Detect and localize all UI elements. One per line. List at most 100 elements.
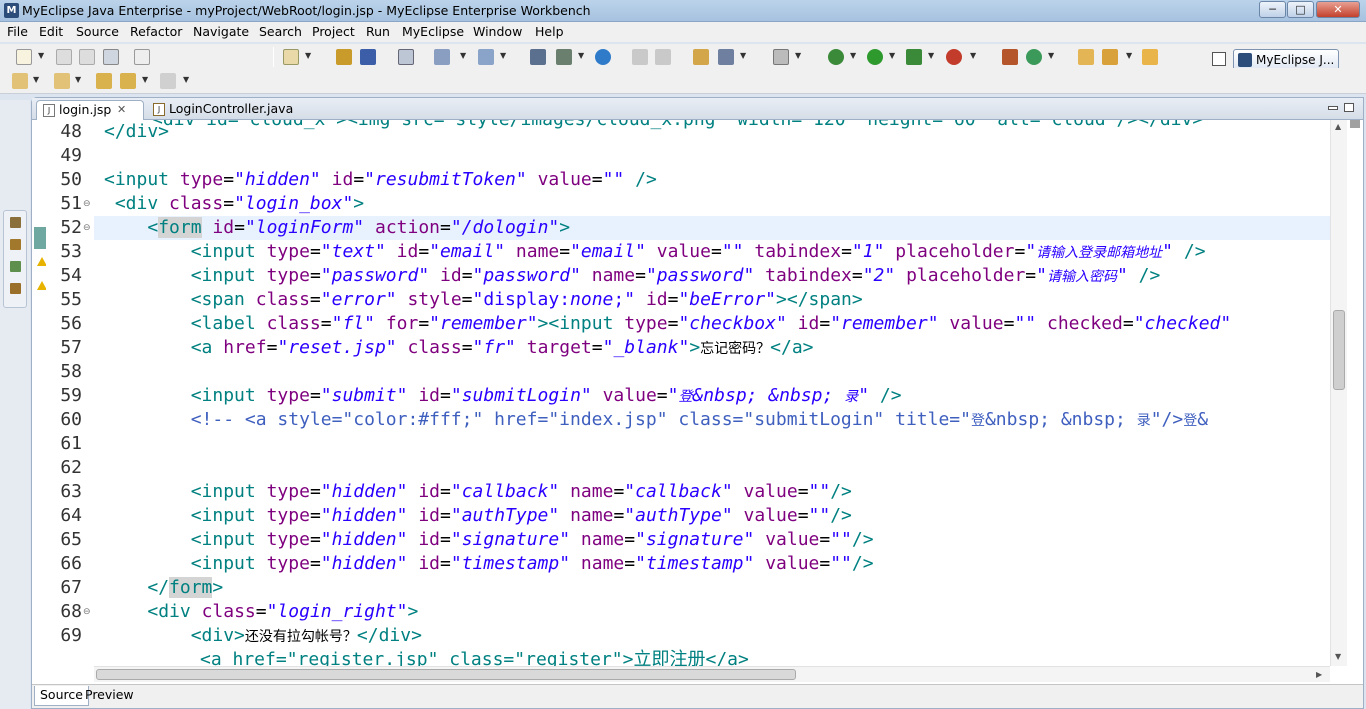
new-web-project-icon[interactable] [283,49,299,65]
code-line: <span class="error" style="display:none;… [190,289,863,310]
globe-icon[interactable] [595,49,611,65]
code-line: <input type="hidden" id="authType" name=… [190,505,852,526]
new-dropdown-icon-2[interactable]: ▼ [1048,51,1054,60]
vertical-scrollbar[interactable]: ▲ ▼ [1330,120,1347,666]
menu-help[interactable]: Help [535,24,564,39]
run-dropdown-icon[interactable]: ▼ [889,51,895,60]
menu-source[interactable]: Source [76,24,119,39]
back-dropdown-icon[interactable]: ▼ [142,75,148,84]
scroll-right-icon[interactable]: ▶ [1316,670,1322,679]
horizontal-scroll-thumb[interactable] [96,669,796,680]
menu-navigate[interactable]: Navigate [193,24,249,39]
forward-history-icon[interactable] [655,49,671,65]
horizontal-scrollbar[interactable]: ◀ ▶ [94,666,1330,682]
new-class-icon[interactable] [1002,49,1018,65]
open-folder-icon[interactable] [1078,49,1094,65]
server-dropdown-icon[interactable]: ▼ [970,51,976,60]
code-line: </form> [147,577,224,598]
open-perspective-icon[interactable] [1212,52,1226,66]
close-tab-icon[interactable]: ✕ [117,101,126,119]
navigator-icon[interactable] [10,283,21,294]
magic-icon[interactable] [478,49,494,65]
menu-refactor[interactable]: Refactor [130,24,182,39]
hierarchy-icon[interactable] [530,49,546,65]
menu-project[interactable]: Project [312,24,355,39]
back-history-icon[interactable] [632,49,648,65]
line-number: 54 [60,265,82,286]
editor-pane: J login.jsp ✕ J LoginController.java 48 4… [31,97,1364,709]
maximize-button[interactable]: □ [1287,1,1314,18]
scroll-up-icon[interactable]: ▲ [1335,122,1341,131]
debug-icon[interactable] [828,49,844,65]
line-number: 67 [60,577,82,598]
line-number: 62 [60,457,82,478]
navigation-toolbar: ▼ ▼ ▼ ▼ [0,68,1366,94]
maximize-editor-icon[interactable] [1344,103,1354,112]
package-icon[interactable] [336,49,352,65]
forward-dropdown-icon[interactable]: ▼ [183,75,189,84]
brush-icon[interactable] [1102,49,1118,65]
outline-icon[interactable] [10,239,21,250]
menu-window[interactable]: Window [473,24,522,39]
web-project-dropdown-icon[interactable]: ▼ [305,51,311,60]
menu-file[interactable]: File [7,24,28,39]
debug-dropdown-icon[interactable]: ▼ [850,51,856,60]
external-tools-icon[interactable] [906,49,922,65]
external-tools-dropdown-icon[interactable]: ▼ [928,51,934,60]
open-type-icon[interactable] [693,49,709,65]
run-icon[interactable] [867,49,883,65]
save-all-icon[interactable] [79,49,95,65]
prev-annotation-dropdown-icon[interactable]: ▼ [75,75,81,84]
scroll-down-icon[interactable]: ▼ [1335,652,1341,661]
screenshot-icon[interactable] [773,49,789,65]
save-icon[interactable] [56,49,72,65]
server-icon[interactable] [398,49,414,65]
menu-edit[interactable]: Edit [39,24,63,39]
task-dropdown-icon[interactable]: ▼ [740,51,746,60]
screenshot-dropdown-icon[interactable]: ▼ [795,51,801,60]
tab-logincontroller-java[interactable]: J LoginController.java [147,100,307,120]
connection-icon[interactable] [556,49,572,65]
connection-dropdown-icon[interactable]: ▼ [578,51,584,60]
new-dropdown-icon[interactable]: ▼ [38,51,44,60]
line-number: 48 [60,121,82,142]
wand-icon[interactable] [434,49,450,65]
package-explorer-icon[interactable] [10,217,21,228]
fold-icon[interactable]: ⊖ [83,216,91,240]
menu-run[interactable]: Run [366,24,390,39]
tab-preview[interactable]: Preview [80,686,139,706]
code-editor[interactable]: <div id="cloud_x"><img src="style/images… [94,120,1330,666]
line-number: 63 [60,481,82,502]
folder-icon[interactable] [1142,49,1158,65]
code-line: <input type="hidden" id="resubmitToken" … [104,169,657,190]
new-icon[interactable] [16,49,32,65]
minimize-editor-icon[interactable] [1328,106,1338,110]
last-edit-icon[interactable] [96,73,112,89]
fold-icon[interactable]: ⊖ [83,600,91,624]
hierarchy-view-icon[interactable] [10,261,21,272]
new-package-icon[interactable] [1026,49,1042,65]
open-task-icon[interactable] [718,49,734,65]
forward-icon[interactable] [160,73,176,89]
vertical-scroll-thumb[interactable] [1333,310,1345,390]
next-annotation-dropdown-icon[interactable]: ▼ [33,75,39,84]
tab-login-jsp[interactable]: J login.jsp ✕ [36,100,144,120]
editor-mode-tabs: Source Preview [32,684,1363,708]
back-icon[interactable] [120,73,136,89]
next-annotation-icon[interactable] [12,73,28,89]
menu-search[interactable]: Search [259,24,302,39]
prev-annotation-icon[interactable] [54,73,70,89]
stop-server-icon[interactable] [946,49,962,65]
wand-dropdown-icon[interactable]: ▼ [460,51,466,60]
code-line: <input type="hidden" id="timestamp" name… [190,553,874,574]
binary-icon[interactable] [134,49,150,65]
line-number: 66 [60,553,82,574]
minimize-button[interactable]: ─ [1259,1,1286,18]
magic-dropdown-icon[interactable]: ▼ [500,51,506,60]
close-button[interactable]: ✕ [1316,1,1360,18]
menu-myeclipse[interactable]: MyEclipse [402,24,464,39]
deploy-icon[interactable] [360,49,376,65]
print-icon[interactable] [103,49,119,65]
brush-dropdown-icon[interactable]: ▼ [1126,51,1132,60]
fold-icon[interactable]: ⊖ [83,192,91,216]
